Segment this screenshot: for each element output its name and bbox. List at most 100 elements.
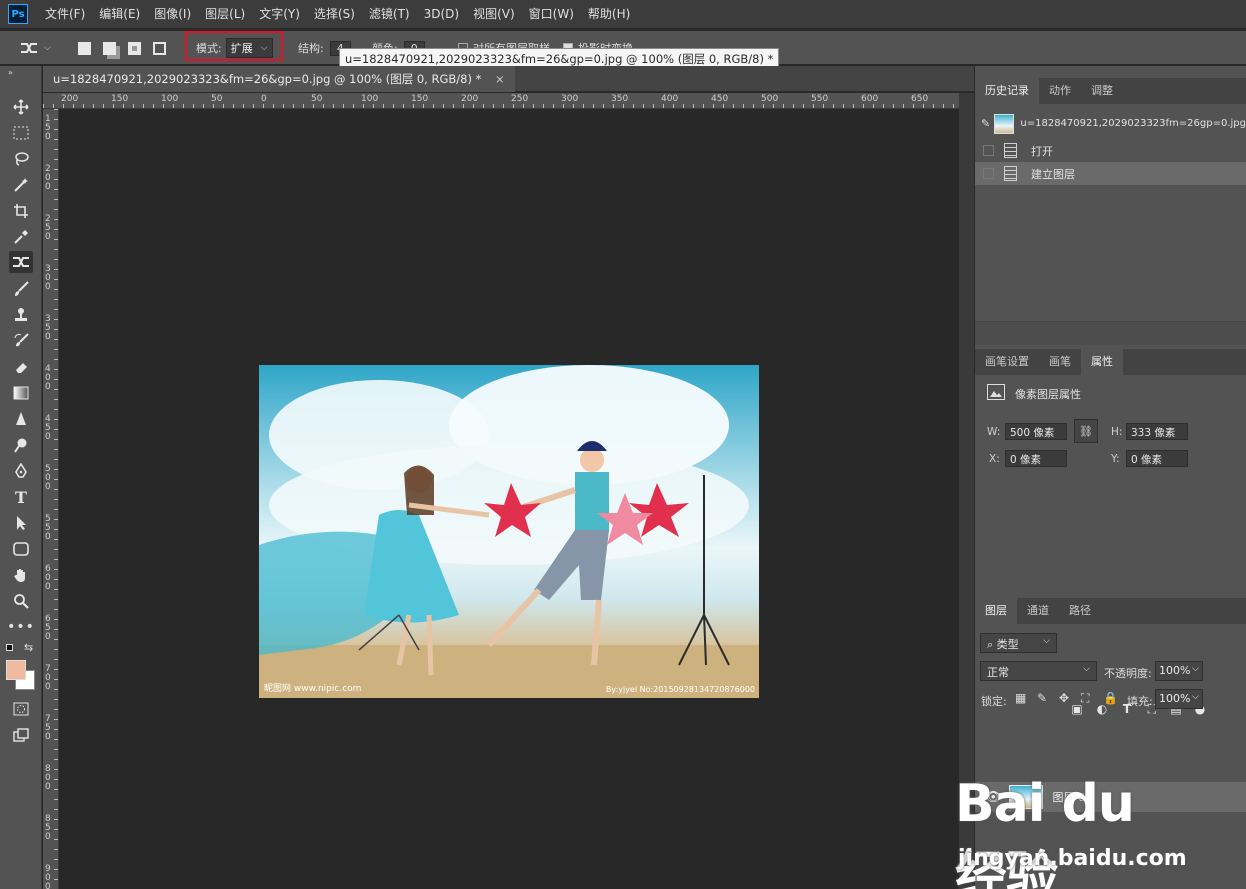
ruler-tick-label: 350 (611, 94, 629, 104)
document-tab[interactable]: u=1828470921,2029023323&fm=26&gp=0.jpg @… (43, 66, 515, 92)
ruler-tick-label: 550 (45, 514, 51, 542)
ruler-tick-label: 50 (311, 94, 323, 104)
menu-image[interactable]: 图像(I) (147, 0, 198, 28)
fill-field[interactable]: 100% ⌵ (1155, 689, 1203, 709)
type-tool-icon[interactable]: T (9, 486, 33, 508)
add-selection-icon[interactable] (103, 41, 116, 55)
ruler-tick-label: 150 (411, 94, 429, 104)
more-tools-icon[interactable]: ••• (7, 616, 34, 638)
dodge-tool-icon[interactable] (9, 434, 33, 456)
ruler-tick-label: 850 (45, 814, 51, 842)
content-aware-move-tool-icon[interactable] (9, 251, 33, 273)
path-selection-tool-icon[interactable] (9, 512, 33, 534)
height-field[interactable]: 333 像素 (1126, 423, 1188, 440)
foreground-color-swatch[interactable] (6, 660, 26, 680)
lock-all-icon[interactable]: 🔒 (1103, 691, 1118, 705)
photo-illustration (259, 365, 759, 698)
width-field[interactable]: 500 像素 (1005, 423, 1067, 440)
history-snapshot[interactable]: ✎ u=1828470921,2029023323fm=26gp=0.jpg (975, 112, 1246, 135)
collapse-panel-icon[interactable]: » (8, 68, 13, 77)
menu-filter[interactable]: 滤镜(T) (362, 0, 417, 28)
magic-wand-tool-icon[interactable] (9, 174, 33, 196)
eraser-tool-icon[interactable] (9, 356, 33, 378)
menu-select[interactable]: 选择(S) (307, 0, 362, 28)
tab-paths[interactable]: 路径 (1059, 598, 1101, 624)
ruler-tick-label: 200 (461, 94, 479, 104)
zoom-tool-icon[interactable] (9, 590, 33, 612)
blend-mode-select[interactable]: 正常 ⌵ (980, 661, 1097, 681)
image-watermark-right: By:yjyel No:20150928134720876000 (605, 685, 755, 694)
ruler-tick-label: 300 (561, 94, 579, 104)
tool-preset-picker[interactable]: ⌵ (20, 31, 51, 65)
history-brush-tool-icon[interactable] (9, 330, 33, 352)
chevron-down-icon: ⌵ (1043, 636, 1050, 646)
move-tool-icon[interactable] (9, 96, 33, 118)
eyedropper-tool-icon[interactable] (9, 226, 33, 248)
layer-filter-value: 类型 (996, 638, 1019, 651)
tab-actions[interactable]: 动作 (1039, 78, 1081, 104)
screen-mode-icon[interactable] (9, 724, 33, 746)
clone-stamp-tool-icon[interactable] (9, 304, 33, 326)
link-dimensions-icon[interactable]: ⛓ (1074, 419, 1098, 443)
hand-tool-icon[interactable] (9, 564, 33, 586)
pen-tool-icon[interactable] (9, 460, 33, 482)
rectangle-tool-icon[interactable] (9, 538, 33, 560)
menu-view[interactable]: 视图(V) (466, 0, 522, 28)
chevron-down-icon: ⌵ (1192, 692, 1199, 702)
default-colors-icon[interactable] (6, 644, 13, 651)
x-field[interactable]: 0 像素 (1005, 450, 1067, 467)
lock-position-icon[interactable]: ✥ (1059, 691, 1069, 705)
baidu-brand: Bai du 经验 (955, 774, 1135, 889)
swap-colors-icon[interactable]: ⇆ (24, 641, 33, 654)
new-selection-icon[interactable] (78, 41, 91, 55)
ruler-tick-label: 800 (45, 764, 51, 792)
properties-title: 像素图层属性 (1015, 388, 1081, 401)
intersect-selection-icon[interactable] (153, 41, 166, 55)
tab-channels[interactable]: 通道 (1017, 598, 1059, 624)
tab-brushes[interactable]: 画笔 (1039, 349, 1081, 375)
ruler-tick-label: 400 (661, 94, 679, 104)
history-item[interactable]: 打开 (975, 139, 1246, 162)
tab-brush-settings[interactable]: 画笔设置 (975, 349, 1039, 375)
opacity-field[interactable]: 100% ⌵ (1155, 661, 1203, 681)
ruler-tick-label: 600 (861, 94, 879, 104)
height-label: H: (1111, 426, 1123, 438)
document-tab-title: u=1828470921,2029023323&fm=26&gp=0.jpg @… (53, 72, 482, 86)
menu-window[interactable]: 窗口(W) (522, 0, 581, 28)
tab-adjustments[interactable]: 调整 (1081, 78, 1123, 104)
history-item-selected[interactable]: 建立图层 (975, 162, 1246, 185)
menu-3d[interactable]: 3D(D) (417, 0, 466, 28)
lock-image-icon[interactable]: ✎ (1037, 691, 1047, 705)
history-checkbox[interactable] (983, 145, 994, 156)
menu-layer[interactable]: 图层(L) (198, 0, 252, 28)
document-image[interactable]: 昵图网 www.nipic.com By:yjyel No:2015092813… (259, 365, 759, 698)
quick-mask-icon[interactable] (9, 698, 33, 720)
tab-layers[interactable]: 图层 (975, 598, 1017, 624)
history-checkbox[interactable] (983, 168, 994, 179)
blur-tool-icon[interactable] (9, 408, 33, 430)
crop-tool-icon[interactable] (9, 200, 33, 222)
subtract-selection-icon[interactable] (128, 41, 141, 55)
layer-filter-select[interactable]: ⌕ 类型 ⌵ (980, 633, 1057, 653)
menu-type[interactable]: 文字(Y) (252, 0, 307, 28)
ruler-tick-label: 250 (45, 214, 51, 242)
y-field[interactable]: 0 像素 (1126, 450, 1188, 467)
ruler-tick-label: 500 (761, 94, 779, 104)
lock-transparent-icon[interactable]: ▦ (1015, 691, 1026, 705)
lasso-tool-icon[interactable] (9, 148, 33, 170)
tab-properties[interactable]: 属性 (1081, 349, 1123, 375)
ruler-tick-label: 150 (45, 114, 51, 142)
brush-tool-icon[interactable] (9, 278, 33, 300)
close-icon[interactable]: × (495, 72, 505, 86)
lock-artboard-icon[interactable]: ⛶ (1081, 691, 1089, 706)
marquee-tool-icon[interactable] (9, 122, 33, 144)
gradient-tool-icon[interactable] (9, 382, 33, 404)
document-icon (1004, 166, 1017, 181)
menu-edit[interactable]: 编辑(E) (92, 0, 147, 28)
tab-history[interactable]: 历史记录 (975, 78, 1039, 104)
chevron-down-icon: ⌵ (1083, 664, 1090, 674)
layers-panel-tabs: 图层 通道 路径 (975, 598, 1246, 624)
menu-help[interactable]: 帮助(H) (581, 0, 637, 28)
ruler-tick-label: 650 (911, 94, 929, 104)
menu-file[interactable]: 文件(F) (38, 0, 92, 28)
